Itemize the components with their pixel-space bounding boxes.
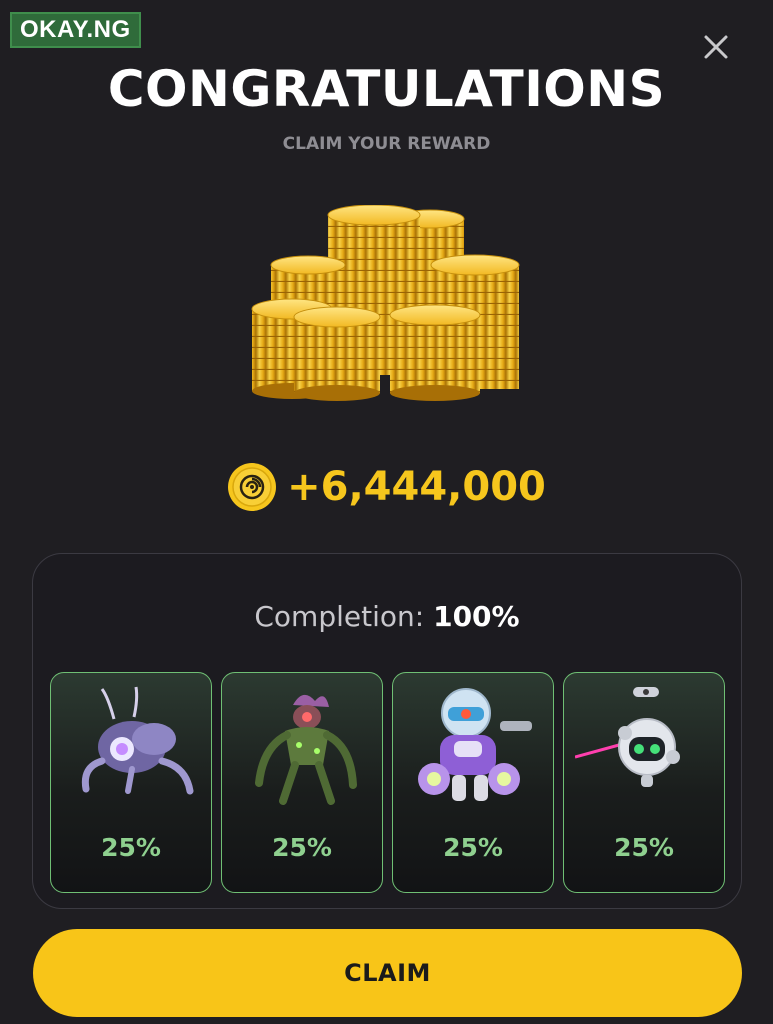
completion-text: Completion: 100% [33, 600, 741, 633]
mech-spider-icon [81, 686, 194, 795]
drone-orb-icon [575, 687, 680, 787]
reward-screen: OKAY.NG CONGRATULATIONS CLAIM YOUR REWAR… [0, 0, 773, 1024]
card-percent: 25% [272, 833, 332, 862]
completion-label: Completion: [254, 600, 425, 633]
watermark-text: OKAY.NG [20, 16, 131, 43]
character-cards: 25% 25% 25% 25% [50, 672, 725, 893]
card-percent: 25% [443, 833, 503, 862]
robot-astronaut-icon [418, 688, 532, 801]
reward-amount: +6,444,000 [287, 464, 546, 510]
card-percent: 25% [614, 833, 674, 862]
card-percent: 25% [101, 833, 161, 862]
page-subtitle: CLAIM YOUR REWARD [282, 134, 491, 154]
claim-label: CLAIM [344, 959, 431, 987]
character-card-4[interactable]: 25% [563, 672, 725, 893]
claim-button[interactable]: CLAIM [33, 929, 742, 1017]
page-title: CONGRATULATIONS [107, 60, 666, 118]
character-card-3[interactable]: 25% [392, 672, 554, 893]
character-card-2[interactable]: 25% [221, 672, 383, 893]
completion-panel: Completion: 100% 25% 25% 25% 25% [32, 553, 742, 909]
coin-swirl-icon [228, 463, 277, 511]
completion-value: 100% [433, 600, 520, 633]
close-icon[interactable] [703, 34, 729, 60]
watermark-logo: OKAY.NG [10, 12, 141, 48]
reward-amount-row: +6,444,000 [0, 462, 773, 512]
coin-stacks-icon [251, 205, 520, 401]
character-card-1[interactable]: 25% [50, 672, 212, 893]
mutant-creature-icon [255, 694, 357, 805]
